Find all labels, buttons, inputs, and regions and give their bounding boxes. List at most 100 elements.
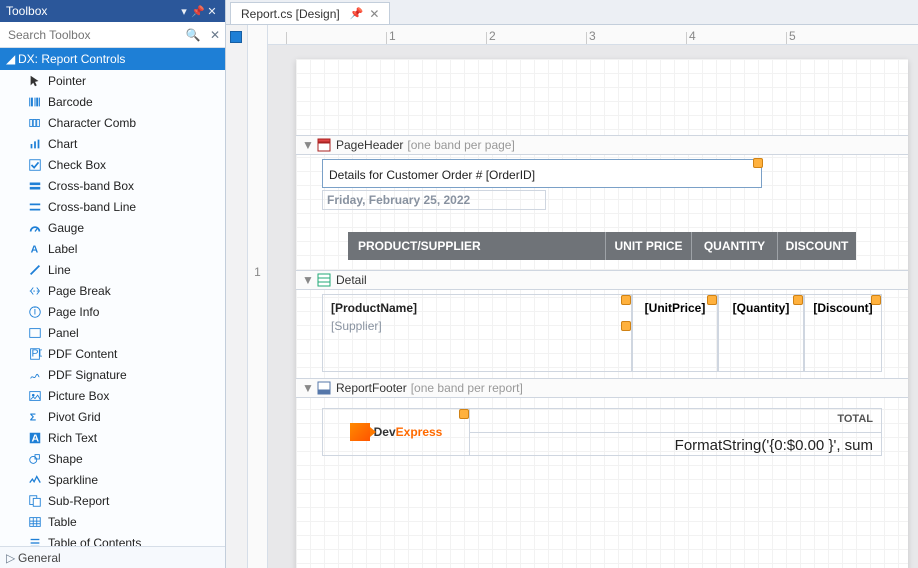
toolbox-item-pivot[interactable]: ΣPivot Grid xyxy=(0,406,225,427)
toolbox-item-line[interactable]: Line xyxy=(0,259,225,280)
toolbox-item-label: Picture Box xyxy=(48,389,109,403)
checkbox-icon xyxy=(22,158,48,172)
vertical-ruler[interactable]: 1 xyxy=(248,25,268,568)
toolbox-item-shape[interactable]: Shape xyxy=(0,448,225,469)
toolbox-item-subreport[interactable]: Sub-Report xyxy=(0,490,225,511)
band-hint: [one band per report] xyxy=(411,381,523,395)
pageheader-band-body[interactable]: Details for Customer Order # [OrderID] F… xyxy=(296,155,908,270)
dropdown-icon[interactable]: ▾ xyxy=(177,5,191,18)
logo-mark-icon xyxy=(350,423,370,441)
toolbox-item-label: Sparkline xyxy=(48,473,98,487)
toolbox-item-richtext[interactable]: ARich Text xyxy=(0,427,225,448)
toolbox-item-gauge[interactable]: Gauge xyxy=(0,217,225,238)
smart-tag-icon[interactable] xyxy=(871,295,881,305)
toolbox-search-row: 🔍 ✕ xyxy=(0,22,225,48)
column-header-row[interactable]: PRODUCT/SUPPLIER UNIT PRICE QUANTITY DIS… xyxy=(348,232,856,260)
toolbox-item-label: Gauge xyxy=(48,221,84,235)
toolbox-item-panel[interactable]: Panel xyxy=(0,322,225,343)
svg-text:PDF: PDF xyxy=(32,347,43,359)
toolbox-item-table[interactable]: Table xyxy=(0,511,225,532)
selection-gutter[interactable] xyxy=(226,25,248,568)
reportfooter-band-header[interactable]: ▼ ReportFooter [one band per report] xyxy=(296,378,908,398)
toolbox-group-label: DX: Report Controls xyxy=(18,52,125,66)
toc-icon xyxy=(22,536,48,547)
toolbox-item-label: Cross-band Box xyxy=(48,179,134,193)
toolbox-item-pdfcontent[interactable]: PDF PDF Content xyxy=(0,343,225,364)
collapse-band-icon[interactable]: ▼ xyxy=(302,273,316,287)
toolbox-item-label: Page Break xyxy=(48,284,111,298)
smart-tag-icon[interactable] xyxy=(753,158,763,168)
toolbox-item-sparkline[interactable]: Sparkline xyxy=(0,469,225,490)
toolbox-item-pointer[interactable]: Pointer xyxy=(0,70,225,91)
designer-panel: Report.cs [Design] 📌 ✕ 1 12345 ▼ PageHea… xyxy=(226,0,918,568)
band-label: Detail xyxy=(336,273,367,287)
toolbox-item-checkbox[interactable]: Check Box xyxy=(0,154,225,175)
toolbox-footer-group[interactable]: ▷ General xyxy=(0,546,225,568)
table-icon xyxy=(22,515,48,529)
date-label[interactable]: Friday, February 25, 2022 xyxy=(322,190,546,210)
cell-unitprice[interactable]: [UnitPrice] xyxy=(632,294,718,372)
toolbox-header: Toolbox ▾ 📌 ✕ xyxy=(0,0,225,22)
title-label[interactable]: Details for Customer Order # [OrderID] xyxy=(322,159,762,188)
smart-tag-icon[interactable] xyxy=(793,295,803,305)
design-body: 1 12345 ▼ PageHeader [one band per page] xyxy=(226,24,918,568)
svg-text:i: i xyxy=(34,305,36,317)
reportfooter-band-body[interactable]: DevExpress TOTAL FormatString('{0:$0.00 … xyxy=(322,408,882,456)
toolbox-item-charcomb[interactable]: Character Comb xyxy=(0,112,225,133)
search-icon[interactable]: 🔍 xyxy=(181,28,205,42)
toolbox-item-pagebreak[interactable]: Page Break xyxy=(0,280,225,301)
toolbox-item-label: PDF Content xyxy=(48,347,117,361)
toolbox-item-crossbox[interactable]: Cross-band Box xyxy=(0,175,225,196)
toolbox-list: PointerBarcodeCharacter CombChartCheck B… xyxy=(0,70,225,546)
pdfsig-icon xyxy=(22,368,48,382)
toolbox-item-pdfsig[interactable]: PDF Signature xyxy=(0,364,225,385)
picturebox-icon xyxy=(22,389,48,403)
toolbox-item-label: Rich Text xyxy=(48,431,97,445)
toolbox-item-pageinfo[interactable]: iPage Info xyxy=(0,301,225,322)
toolbox-item-barcode[interactable]: Barcode xyxy=(0,91,225,112)
collapse-band-icon[interactable]: ▼ xyxy=(302,138,316,152)
pageheader-band-header[interactable]: ▼ PageHeader [one band per page] xyxy=(296,135,908,155)
ruler-mark: 1 xyxy=(386,32,486,44)
total-cell[interactable]: TOTAL FormatString('{0:$0.00 }', sum xyxy=(470,408,882,456)
toolbox-search-input[interactable] xyxy=(0,24,181,46)
toolbox-item-toc[interactable]: Table of Contents xyxy=(0,532,225,546)
detail-band-header[interactable]: ▼ Detail xyxy=(296,270,908,290)
smart-tag-icon[interactable] xyxy=(459,409,469,419)
clear-search-icon[interactable]: ✕ xyxy=(205,28,225,42)
total-expression: FormatString('{0:$0.00 }', sum xyxy=(470,433,881,456)
horizontal-ruler[interactable]: 12345 xyxy=(268,25,918,45)
toolbox-item-label[interactable]: ALabel xyxy=(0,238,225,259)
detail-band-body[interactable]: [ProductName] [Supplier] [UnitPrice] [Qu… xyxy=(322,294,882,372)
close-icon[interactable]: ✕ xyxy=(205,5,219,18)
label-icon: A xyxy=(22,242,48,256)
pin-icon[interactable]: 📌 xyxy=(191,5,205,18)
toolbox-item-chart[interactable]: Chart xyxy=(0,133,225,154)
cell-product[interactable]: [ProductName] [Supplier] xyxy=(322,294,632,372)
report-page[interactable]: ▼ PageHeader [one band per page] Details… xyxy=(296,59,908,568)
svg-text:Σ: Σ xyxy=(30,411,36,423)
cell-quantity[interactable]: [Quantity] xyxy=(718,294,804,372)
col-product: PRODUCT/SUPPLIER xyxy=(348,232,606,260)
toolbox-item-label: Shape xyxy=(48,452,83,466)
smart-tag-icon[interactable] xyxy=(707,295,717,305)
collapse-band-icon[interactable]: ▼ xyxy=(302,381,316,395)
selection-handle-icon[interactable] xyxy=(230,31,242,43)
ruler-mark: 3 xyxy=(586,32,686,44)
document-tab[interactable]: Report.cs [Design] 📌 ✕ xyxy=(230,2,390,24)
toolbox-item-crossline[interactable]: Cross-band Line xyxy=(0,196,225,217)
cell-discount[interactable]: [Discount] xyxy=(804,294,882,372)
report-canvas[interactable]: ▼ PageHeader [one band per page] Details… xyxy=(268,45,918,568)
band-label: ReportFooter xyxy=(336,381,407,395)
tab-pin-icon[interactable]: 📌 xyxy=(350,7,364,20)
smart-tag-icon[interactable] xyxy=(621,295,631,305)
collapse-icon: ◢ xyxy=(6,52,18,66)
toolbox-group-header[interactable]: ◢ DX: Report Controls xyxy=(0,48,225,70)
smart-tag-icon[interactable] xyxy=(621,321,631,331)
toolbox-item-picturebox[interactable]: Picture Box xyxy=(0,385,225,406)
toolbox-item-label: Panel xyxy=(48,326,79,340)
pdfcontent-icon: PDF xyxy=(22,347,48,361)
product-field: [ProductName] xyxy=(331,301,623,315)
tab-close-icon[interactable]: ✕ xyxy=(369,7,379,21)
logo-picturebox[interactable]: DevExpress xyxy=(322,408,470,456)
